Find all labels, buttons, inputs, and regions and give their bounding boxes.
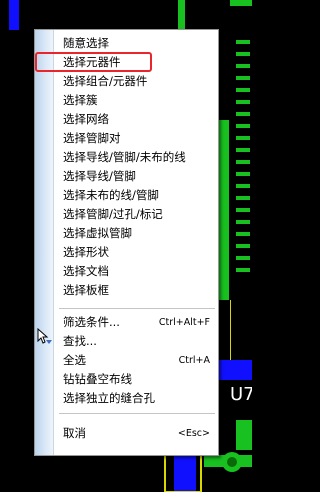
menu-item-drill-stacked-routing[interactable]: 钻钻叠空布线	[35, 370, 218, 389]
menu-item-select-cluster[interactable]: 选择簇	[35, 91, 218, 110]
menu-item-select-stitching-via[interactable]: 选择独立的缝合孔	[35, 389, 218, 408]
menu-item-random-select[interactable]: 随意选择	[35, 34, 218, 53]
menu-item-select-trace-pin-unrouted[interactable]: 选择导线/管脚/未布的线	[35, 148, 218, 167]
menu-item-select-pin-pair[interactable]: 选择管脚对	[35, 129, 218, 148]
menu-item-select-net[interactable]: 选择网络	[35, 110, 218, 129]
menu-item-select-pin-via-mark[interactable]: 选择管脚/过孔/标记	[35, 205, 218, 224]
pcb-pad	[236, 420, 252, 450]
context-menu: 随意选择 选择元器件 选择组合/元器件 选择簇 选择网络 选择管脚对 选择导线/…	[34, 29, 219, 456]
menu-item-label: 选择管脚对	[63, 131, 121, 145]
menu-item-shortcut: Ctrl+A	[178, 355, 210, 366]
menu-item-select-virtual-pin[interactable]: 选择虚拟管脚	[35, 224, 218, 243]
menu-item-label: 选择文档	[63, 264, 109, 278]
menu-separator	[59, 413, 215, 414]
menu-item-select-board-outline[interactable]: 选择板框	[35, 281, 218, 300]
pcb-trace	[230, 0, 252, 6]
menu-item-find[interactable]: 查找...	[35, 332, 218, 351]
menu-item-label: 选择组合/元器件	[63, 74, 148, 88]
menu-separator	[59, 308, 215, 309]
menu-item-label: 选择形状	[63, 245, 109, 259]
menu-item-label: 选择簇	[63, 93, 98, 107]
menu-item-label: 选择板框	[63, 283, 109, 297]
pcb-trace	[9, 0, 19, 30]
pcb-ref-label: U7	[230, 384, 252, 405]
filter-icon	[37, 328, 52, 344]
menu-item-label: 筛选条件...	[63, 315, 120, 329]
annotation-highlight-box	[35, 52, 152, 72]
menu-item-label: 选择管脚/过孔/标记	[63, 207, 163, 221]
pcb-trace	[219, 120, 229, 300]
menu-item-select-group-component[interactable]: 选择组合/元器件	[35, 72, 218, 91]
pcb-trace	[219, 360, 252, 380]
menu-item-cancel[interactable]: 取消 <Esc>	[35, 424, 218, 443]
menu-item-label: 取消	[63, 426, 86, 440]
menu-item-label: 选择虚拟管脚	[63, 226, 132, 240]
menu-item-label: 选择未布的线/管脚	[63, 188, 159, 202]
menu-item-select-shape[interactable]: 选择形状	[35, 243, 218, 262]
menu-item-select-document[interactable]: 选择文档	[35, 262, 218, 281]
menu-item-label: 查找...	[63, 334, 97, 348]
menu-item-filter[interactable]: 筛选条件... Ctrl+Alt+F	[35, 313, 218, 332]
menu-item-label: 选择导线/管脚	[63, 169, 136, 183]
menu-item-shortcut: Ctrl+Alt+F	[158, 317, 210, 328]
menu-item-label: 选择网络	[63, 112, 109, 126]
menu-item-select-all[interactable]: 全选 Ctrl+A	[35, 351, 218, 370]
menu-item-label: 随意选择	[63, 36, 109, 50]
menu-item-label: 选择独立的缝合孔	[63, 391, 155, 405]
pcb-trace	[178, 0, 185, 30]
pcb-trace	[174, 455, 196, 492]
menu-item-label: 钻钻叠空布线	[63, 372, 132, 386]
menu-item-shortcut: <Esc>	[177, 428, 210, 439]
menu-item-select-unrouted-pin[interactable]: 选择未布的线/管脚	[35, 186, 218, 205]
menu-item-label: 全选	[63, 353, 86, 367]
menu-item-select-trace-pin[interactable]: 选择导线/管脚	[35, 167, 218, 186]
menu-item-label: 选择导线/管脚/未布的线	[63, 150, 186, 164]
pcb-via-hole	[227, 457, 237, 467]
